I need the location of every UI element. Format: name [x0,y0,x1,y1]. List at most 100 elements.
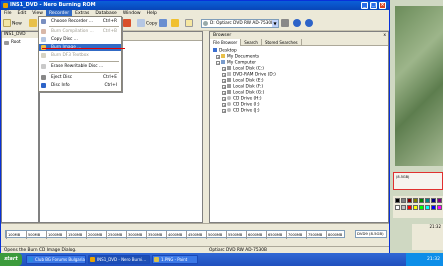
paint-statusbar: 21:32 [412,224,443,250]
browser-pane: Browser x File Browser Search Stored Sea… [209,31,389,223]
taskbar-item-forum[interactable]: Club BG Forums Bulgaria ... [26,255,86,266]
color-swatch[interactable] [407,198,412,203]
color-swatch[interactable] [437,198,442,203]
taskbar-item-paint[interactable]: 1.PNG - Paint [152,255,198,264]
color-swatch[interactable] [425,198,430,203]
capacity-tick: 6000MB [246,231,263,239]
maximize-icon[interactable]: □ [370,2,377,9]
expand-icon[interactable]: + [222,72,226,77]
window-title: INS1_DVD - Nero Burning ROM [10,2,96,8]
menu-item-choose-recorder[interactable]: Choose Recorder ... Ctrl+R [39,18,121,25]
drive-icon [203,21,208,26]
drive-icon [227,84,231,88]
paint-icon [154,257,159,262]
window-icon [185,19,193,27]
help-icon [305,19,313,27]
menu-window[interactable]: Window [120,10,144,17]
paint-canvas-annotation: (8.5GB) [393,172,443,190]
recorder-select[interactable]: D: Optiarc DVD RW AD-7530B ▼ [201,19,279,28]
folder-icon [171,19,179,27]
folder-button[interactable] [171,19,180,29]
tab-stored-searches[interactable]: Stored Searches [262,38,302,46]
menu-separator [49,61,119,62]
paint-canvas-image [395,6,443,166]
browser-icon [28,257,33,262]
color-swatch[interactable] [437,205,442,210]
color-swatch[interactable] [395,198,400,203]
menu-file[interactable]: File [1,10,15,17]
disc-info-button[interactable] [293,19,302,29]
color-swatch[interactable] [425,205,430,210]
menu-separator [49,26,119,27]
taskbar-item-nero[interactable]: INS1_DVD - Nero Burni... [88,255,150,264]
color-swatch[interactable] [395,205,400,210]
capacity-tick: 1500MB [66,231,83,239]
close-icon[interactable]: × [379,2,386,9]
menu-item-copy-disc[interactable]: Copy Disc ... [39,36,121,43]
burn-icon [41,29,46,34]
open-button[interactable] [29,19,38,29]
expand-icon[interactable]: + [222,66,226,71]
tree-root-item[interactable]: Root [4,40,21,45]
window-button[interactable] [185,19,194,29]
expand-icon[interactable]: + [222,90,226,95]
color-swatch[interactable] [419,205,424,210]
menu-separator [49,72,119,73]
eject-button[interactable] [281,19,290,29]
expand-icon[interactable]: + [222,108,226,113]
nero-app-icon [90,257,95,262]
copy-disc-icon [41,37,46,42]
title-bar[interactable]: INS1_DVD - Nero Burning ROM _ □ × [1,1,389,10]
view-button[interactable] [159,19,168,29]
copy-disc-icon [137,19,145,27]
capacity-tick: 5500MB [226,231,243,239]
capacity-tick: 6500MB [266,231,283,239]
copy-button[interactable]: Copy [137,19,157,29]
expand-icon[interactable]: + [222,96,226,101]
color-swatch[interactable] [401,198,406,203]
collapse-icon[interactable]: − [216,60,220,65]
cd-icon [227,96,231,100]
menu-item-burn-df3[interactable]: Burn DF3 Textbox [39,52,121,59]
chevron-down-icon[interactable]: ▼ [272,20,278,27]
help-button[interactable] [305,19,314,29]
disc-type-select[interactable]: DVD9 (8.5GB) [355,230,387,238]
recorder-select-value: D: Optiarc DVD RW AD-7530B [210,21,275,26]
menu-item-erase-disc[interactable]: Erase Rewritable Disc ... [39,63,121,70]
tab-file-browser[interactable]: File Browser [210,38,242,46]
nero-app-icon [3,3,8,8]
disc-icon [4,40,9,45]
new-button[interactable]: New [3,19,22,29]
capacity-tick: 5000MB [206,231,223,239]
tab-search[interactable]: Search [241,38,262,46]
desktop-icon [213,48,217,52]
color-swatch[interactable] [407,205,412,210]
expand-icon[interactable]: + [216,54,220,59]
minimize-icon[interactable]: _ [361,2,368,9]
tree-item-drive-j[interactable]: + CD Drive (J:) [222,108,260,115]
burn-button[interactable] [123,19,132,29]
recorder-menu: Choose Recorder ... Ctrl+R Burn Compilat… [38,16,122,92]
browser-close-icon[interactable]: x [383,32,386,39]
start-button[interactable]: start [0,253,22,266]
color-swatch[interactable] [413,205,418,210]
menu-item-burn-compilation[interactable]: Burn Compilation ... Ctrl+B [39,28,121,35]
menu-edit[interactable]: Edit [15,10,30,17]
menu-help[interactable]: Help [144,10,160,17]
expand-icon[interactable]: + [222,78,226,83]
expand-icon[interactable]: + [222,102,226,107]
eject-icon [41,75,46,80]
color-swatch[interactable] [431,198,436,203]
annotation-underline [42,48,125,49]
color-swatch[interactable] [419,198,424,203]
capacity-tick: 7000MB [286,231,303,239]
taskbar-clock[interactable]: 21:32 [427,257,440,262]
color-swatch[interactable] [401,205,406,210]
menu-item-disc-info[interactable]: Disc Info Ctrl+I [39,82,121,89]
color-swatch[interactable] [413,198,418,203]
menu-item-eject-disc[interactable]: Eject Disc Ctrl+E [39,74,121,81]
textbox-icon [41,53,46,58]
color-swatch[interactable] [431,205,436,210]
capacity-bar: 100MB 500MB 1000MB 1500MB 2000MB 2500MB … [5,230,345,239]
expand-icon[interactable]: + [222,84,226,89]
